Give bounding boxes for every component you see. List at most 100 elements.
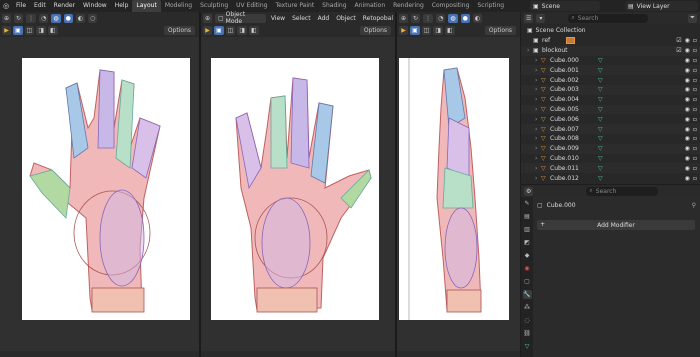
select-box-icon[interactable]: ▣: [410, 26, 420, 35]
mesh-data-icon[interactable]: ▽: [598, 96, 603, 103]
mesh-data-icon[interactable]: ▽: [598, 165, 603, 172]
expand-arrow-icon[interactable]: ›: [535, 67, 537, 74]
menu-object[interactable]: Object: [334, 15, 358, 22]
play-icon[interactable]: ▶: [399, 26, 408, 35]
editor-type-icon[interactable]: ⊕: [2, 13, 12, 23]
filter-icon[interactable]: ⏷: [688, 13, 697, 23]
expand-arrow-icon[interactable]: ›: [535, 165, 537, 172]
outliner-item[interactable]: › ▽ Cube.002 ▽ ◉ ▫: [521, 75, 700, 85]
options-dropdown[interactable]: Options: [359, 26, 391, 35]
constraints-tab-icon[interactable]: ⛓: [523, 329, 532, 338]
scene-selector[interactable]: ▣ Scene: [530, 1, 600, 11]
select-subtract-icon[interactable]: ◨: [36, 26, 47, 35]
eye-icon[interactable]: ◉: [685, 96, 690, 103]
eye-icon[interactable]: ◉: [685, 77, 690, 84]
snap-icon[interactable]: ⋮: [26, 13, 37, 23]
outliner-item[interactable]: › ▽ Cube.006 ▽ ◉ ▫: [521, 114, 700, 124]
view-layer-tab-icon[interactable]: ◩: [523, 238, 532, 247]
eye-icon[interactable]: ◉: [685, 126, 690, 133]
mesh-data-icon[interactable]: ▽: [598, 175, 603, 182]
options-dropdown[interactable]: Options: [163, 26, 195, 35]
mesh-data-icon[interactable]: ▽: [598, 77, 603, 84]
eye-icon[interactable]: ◉: [685, 106, 690, 113]
editor-type-icon[interactable]: ⊕: [399, 13, 409, 23]
tab-scripting[interactable]: Scripting: [473, 0, 508, 12]
camera-icon[interactable]: ▫: [693, 37, 697, 44]
play-icon[interactable]: ▶: [203, 26, 212, 35]
camera-icon[interactable]: ▫: [693, 86, 697, 93]
options-dropdown[interactable]: Options: [484, 26, 516, 35]
select-invert-icon[interactable]: ◧: [445, 26, 455, 35]
select-extend-icon[interactable]: ◫: [421, 26, 432, 35]
snap-icon[interactable]: ⋮: [423, 13, 434, 23]
pin-icon[interactable]: ⚲: [692, 202, 696, 209]
viewport-left[interactable]: ⊕ ↻ ⋮ ◔ ◍ ● ◐ ○ ▶ ▣ ◫ ◨ ◧ Options: [0, 12, 199, 357]
view-layer-selector[interactable]: ▤ View Layer: [625, 1, 698, 11]
eye-icon[interactable]: ◉: [685, 57, 690, 64]
camera-icon[interactable]: ▫: [693, 96, 697, 103]
shading-wireframe-icon[interactable]: ◍: [51, 13, 61, 23]
tab-animation[interactable]: Animation: [351, 0, 390, 12]
properties-editor-icon[interactable]: ⚙: [524, 186, 534, 196]
camera-icon[interactable]: ▫: [693, 135, 697, 142]
transform-orientation[interactable]: Retopobal: [361, 15, 395, 22]
expand-arrow-icon[interactable]: ›: [535, 96, 537, 103]
camera-icon[interactable]: ▫: [693, 106, 697, 113]
viewport-right[interactable]: ⊕ ↻ ⋮ ◔ ◍ ● ◐ ▶ ▣ ◫ ◨ ◧ Options: [397, 12, 520, 357]
mesh-data-icon[interactable]: ▽: [598, 155, 603, 162]
tab-shading[interactable]: Shading: [318, 0, 350, 12]
proportional-icon[interactable]: ◔: [39, 13, 49, 23]
eye-icon[interactable]: ◉: [685, 175, 690, 182]
shading-material-icon[interactable]: ◐: [472, 13, 483, 23]
outliner-item[interactable]: › ▽ Cube.003 ▽ ◉ ▫: [521, 85, 700, 95]
expand-arrow-icon[interactable]: ›: [535, 126, 537, 133]
viewport-mid[interactable]: ⊕ ▢ Object Mode View Select Add Object R…: [201, 11, 395, 357]
outliner-item[interactable]: › ▽ Cube.011 ▽ ◉ ▫: [521, 163, 700, 174]
select-subtract-icon[interactable]: ◨: [237, 26, 248, 35]
proportional-icon[interactable]: ◔: [436, 13, 446, 23]
eye-icon[interactable]: ◉: [685, 67, 690, 74]
eye-icon[interactable]: ◉: [685, 116, 690, 123]
eye-icon[interactable]: ◉: [685, 47, 690, 54]
menu-add[interactable]: Add: [316, 15, 332, 22]
menu-edit[interactable]: Edit: [30, 0, 50, 12]
expand-arrow-icon[interactable]: ›: [535, 175, 537, 182]
expand-arrow-icon[interactable]: ›: [535, 135, 537, 142]
shading-material-icon[interactable]: ◐: [75, 13, 86, 23]
mesh-data-icon[interactable]: ▽: [598, 86, 603, 93]
outliner-item[interactable]: › ▣ blockout ☑ ◉ ▫: [521, 45, 700, 56]
mesh-data-icon[interactable]: ▽: [598, 57, 603, 64]
expand-arrow-icon[interactable]: ›: [535, 57, 537, 64]
eye-icon[interactable]: ◉: [685, 165, 690, 172]
data-tab-icon[interactable]: ▽: [523, 342, 532, 351]
mesh-data-icon[interactable]: ▽: [598, 145, 603, 152]
add-modifier-button[interactable]: Add Modifier: [537, 220, 695, 230]
outliner-item[interactable]: › ▽ Cube.007 ▽ ◉ ▫: [521, 124, 700, 134]
menu-select[interactable]: Select: [290, 15, 313, 22]
display-mode-icon[interactable]: ▾: [536, 13, 546, 23]
menu-view[interactable]: View: [269, 15, 287, 22]
select-extend-icon[interactable]: ◫: [225, 26, 236, 35]
outliner-item[interactable]: › ▽ Cube.012 ▽ ◉ ▫: [521, 173, 700, 183]
select-box-icon[interactable]: ▣: [214, 26, 224, 35]
eye-icon[interactable]: ◉: [685, 135, 690, 142]
outliner-search-input[interactable]: ⌕ Search: [568, 13, 649, 23]
camera-icon[interactable]: ▫: [693, 67, 697, 74]
eye-icon[interactable]: ◉: [685, 37, 690, 44]
camera-icon[interactable]: ▫: [693, 126, 697, 133]
exclude-checkbox-icon[interactable]: ☑: [676, 47, 681, 54]
transform-pivot-icon[interactable]: ↻: [14, 13, 24, 23]
camera-icon[interactable]: ▫: [693, 165, 697, 172]
menu-window[interactable]: Window: [79, 0, 111, 12]
expand-arrow-icon[interactable]: ›: [535, 116, 537, 123]
particles-tab-icon[interactable]: ⁂: [523, 303, 532, 312]
mesh-data-icon[interactable]: ▽: [598, 116, 603, 123]
outliner-item[interactable]: › ▽ Cube.005 ▽ ◉ ▫: [521, 104, 700, 115]
expand-arrow-icon[interactable]: ›: [535, 145, 537, 152]
outliner-item[interactable]: ▣ ref ☑ ◉ ▫: [521, 36, 700, 46]
mode-dropdown[interactable]: ▢ Object Mode: [215, 11, 266, 25]
camera-icon[interactable]: ▫: [693, 175, 697, 182]
expand-arrow-icon[interactable]: ›: [535, 77, 537, 84]
transform-pivot-icon[interactable]: ↻: [411, 13, 421, 23]
menu-file[interactable]: File: [12, 0, 30, 12]
